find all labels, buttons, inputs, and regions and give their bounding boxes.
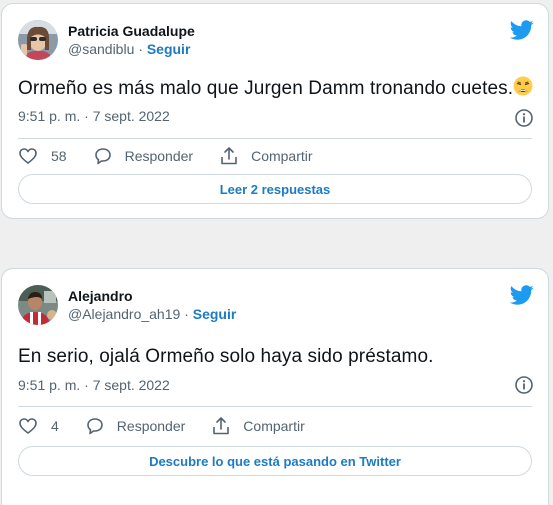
heart-icon <box>19 148 37 164</box>
tweet-header: Alejandro @Alejandro_ah19 · Seguir <box>18 283 236 327</box>
read-replies-button[interactable]: Leer 2 respuestas <box>18 174 532 204</box>
divider <box>18 138 532 139</box>
like-count: 58 <box>51 148 67 164</box>
follow-button[interactable]: Seguir <box>193 306 237 322</box>
share-button[interactable]: Compartir <box>219 146 313 166</box>
discover-twitter-button[interactable]: Descubre lo que está pasando en Twitter <box>18 446 532 476</box>
weary-face-icon <box>513 76 533 96</box>
author-name[interactable]: Patricia Guadalupe <box>68 22 195 40</box>
reply-button[interactable]: Responder <box>93 146 194 166</box>
like-count: 4 <box>51 418 59 434</box>
reply-bubble-icon <box>86 418 103 435</box>
share-label: Compartir <box>251 148 313 164</box>
reply-label: Responder <box>116 418 186 434</box>
tweet-timestamp[interactable]: 9:51 p. m. · 7 sept. 2022 <box>18 108 170 124</box>
info-icon[interactable] <box>514 108 534 128</box>
avatar[interactable] <box>18 285 58 325</box>
author-handle[interactable]: @sandiblu <box>68 41 134 57</box>
like-button[interactable]: 58 <box>18 146 67 166</box>
tweet-header: Patricia Guadalupe @sandiblu · Seguir <box>18 18 195 62</box>
like-button[interactable]: 4 <box>18 416 59 436</box>
twitter-bird-icon[interactable] <box>510 18 534 42</box>
tweet-card: Alejandro @Alejandro_ah19 · Seguir En se… <box>1 268 549 505</box>
separator-dot: · <box>138 41 143 57</box>
info-icon[interactable] <box>514 375 534 395</box>
action-bar: 4 Responder Compartir <box>18 414 331 438</box>
share-label: Compartir <box>243 418 305 434</box>
tweet-text: Ormeño es más malo que Jurgen Damm trona… <box>18 76 533 101</box>
twitter-bird-icon[interactable] <box>510 283 534 307</box>
heart-icon <box>19 418 37 434</box>
reply-bubble-icon <box>94 148 111 165</box>
avatar[interactable] <box>18 20 58 60</box>
tweet-text: En serio, ojalá Ormeño solo haya sido pr… <box>18 346 434 367</box>
separator-dot: · <box>184 306 189 322</box>
reply-label: Responder <box>124 148 194 164</box>
divider <box>18 406 532 407</box>
author-name[interactable]: Alejandro <box>68 287 236 305</box>
action-bar: 58 Responder Compartir <box>18 144 339 168</box>
share-icon <box>221 147 237 165</box>
reply-button[interactable]: Responder <box>85 416 186 436</box>
share-button[interactable]: Compartir <box>211 416 305 436</box>
share-icon <box>213 417 230 435</box>
author-handle[interactable]: @Alejandro_ah19 <box>68 306 180 322</box>
tweet-card: Patricia Guadalupe @sandiblu · Seguir Or… <box>1 3 549 219</box>
tweet-timestamp[interactable]: 9:51 p. m. · 7 sept. 2022 <box>18 377 170 393</box>
follow-button[interactable]: Seguir <box>147 41 191 57</box>
